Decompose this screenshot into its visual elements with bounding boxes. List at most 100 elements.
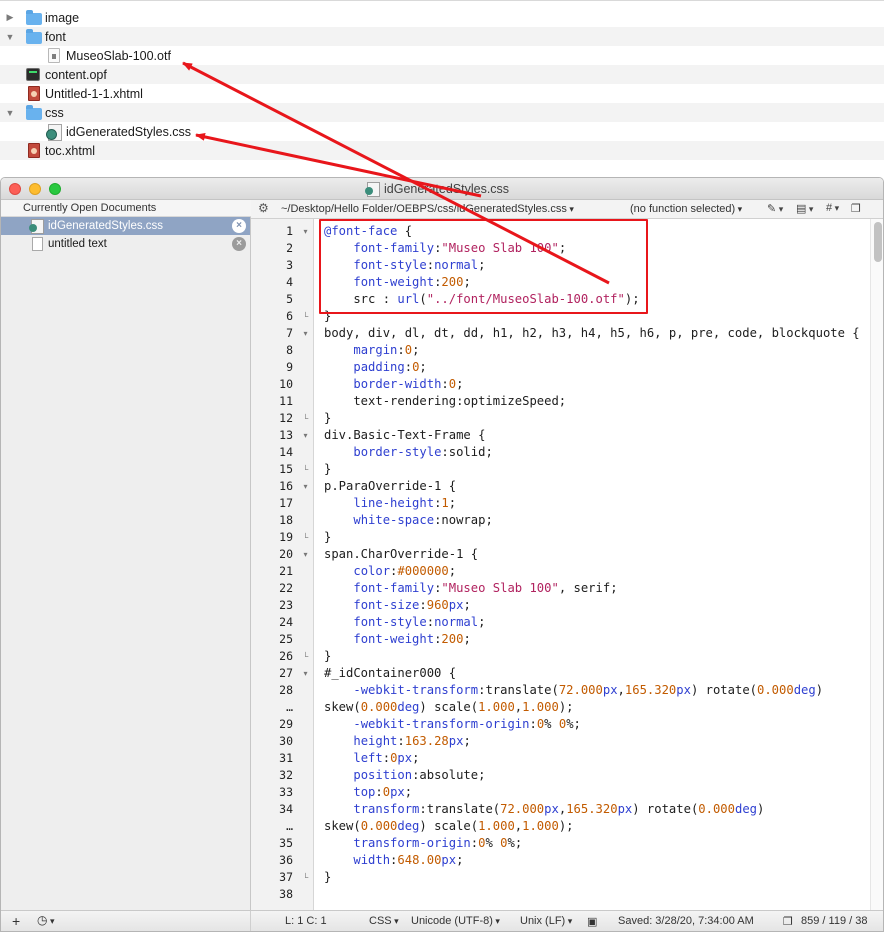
line-number: 23 xyxy=(279,598,293,612)
fold-toggle-icon[interactable]: ▾ xyxy=(301,665,310,682)
code-line: color:#000000; xyxy=(353,564,457,578)
line-number-gutter[interactable]: 1 ▾ 2 3 4 5 6 └ 7 ▾ 8 9 10 11 12 └ 13 ▾ 14 15 └ 16 ▾ 17 18 19 └ 20 ▾… xyxy=(251,219,314,910)
fold-end-icon: └ xyxy=(302,465,309,474)
sidebar-item-label: untitled text xyxy=(48,238,107,250)
code-line: width:648.00px; xyxy=(353,853,464,867)
finder-item-label: image xyxy=(45,10,80,25)
code-line: height:163.28px; xyxy=(353,734,471,748)
line-number: 18 xyxy=(279,513,293,527)
close-window-button[interactable] xyxy=(9,183,21,195)
zoom-window-button[interactable] xyxy=(49,183,61,195)
code-line: span.CharOverride-1 { xyxy=(324,547,479,561)
code-line: body, div, dl, dt, dd, h1, h2, h3, h4, h… xyxy=(324,326,860,340)
finder-row-css-folder[interactable]: ▼ css xyxy=(0,103,884,122)
fold-toggle-icon[interactable]: ▾ xyxy=(301,478,310,495)
file-path-menu[interactable]: ~/Desktop/Hello Folder/OEBPS/css/idGener… xyxy=(281,203,574,215)
code-line: -webkit-transform:translate(72.000px,165… xyxy=(353,683,824,697)
fold-toggle-icon[interactable]: ▾ xyxy=(301,546,310,563)
finder-file-list: ▶ image ▼ font MuseoSlab-100.otf content… xyxy=(0,0,884,176)
line-number: 1 xyxy=(286,224,293,238)
line-number: 32 xyxy=(279,768,293,782)
code-line: #_idContainer000 { xyxy=(324,666,457,680)
disclosure-down-icon[interactable]: ▼ xyxy=(5,108,15,118)
history-icon[interactable]: ◷ xyxy=(37,913,55,927)
function-menu[interactable]: (no function selected) xyxy=(630,203,742,215)
finder-row-css-file[interactable]: idGeneratedStyles.css xyxy=(0,122,884,141)
line-number: 5 xyxy=(286,292,293,306)
finder-row-image-folder[interactable]: ▶ image xyxy=(0,8,884,27)
code-line: } xyxy=(324,462,332,476)
fold-toggle-icon[interactable]: ▾ xyxy=(301,325,310,342)
finder-row-content-opf[interactable]: content.opf xyxy=(0,65,884,84)
fold-toggle-icon[interactable]: ▾ xyxy=(301,427,310,444)
page-icon: ❐ xyxy=(783,916,793,928)
font-file-icon xyxy=(48,48,60,63)
language-menu[interactable]: CSS xyxy=(369,915,399,927)
cursor-position[interactable]: L: 1 C: 1 xyxy=(285,915,327,927)
line-number: … xyxy=(286,819,293,833)
window-title: idGeneratedStyles.css xyxy=(365,182,509,197)
line-number: 34 xyxy=(279,802,293,816)
pen-icon[interactable]: ✎ xyxy=(767,202,783,215)
line-number: 24 xyxy=(279,615,293,629)
code-line: font-weight:200; xyxy=(353,632,471,646)
line-number: 33 xyxy=(279,785,293,799)
code-line: skew(0.000deg) scale(1.000,1.000); xyxy=(324,700,574,714)
lock-icon[interactable]: ▣ xyxy=(587,915,597,928)
finder-row-font-file[interactable]: MuseoSlab-100.otf xyxy=(0,46,884,65)
sidebar-item-idgeneratedstyles[interactable]: idGeneratedStyles.css × xyxy=(1,217,250,235)
finder-row-font-folder[interactable]: ▼ font xyxy=(0,27,884,46)
finder-row-toc-xhtml[interactable]: toc.xhtml xyxy=(0,141,884,160)
css-file-icon xyxy=(365,182,380,197)
vertical-scrollbar[interactable] xyxy=(870,219,883,910)
hash-menu-icon[interactable]: # xyxy=(826,202,839,214)
code-editor[interactable]: @font-face { font-family:"Museo Slab 100… xyxy=(314,219,870,910)
finder-row-untitled-xhtml[interactable]: Untitled-1-1.xhtml xyxy=(0,84,884,103)
line-number: 9 xyxy=(286,360,293,374)
close-document-icon[interactable]: × xyxy=(232,219,246,233)
sidebar-item-untitled-text[interactable]: untitled text × xyxy=(1,235,250,253)
folder-icon xyxy=(26,29,42,44)
fold-end-icon: └ xyxy=(302,873,309,882)
code-line: font-family:"Museo Slab 100", serif; xyxy=(353,581,618,595)
line-number: 38 xyxy=(279,887,293,901)
disclosure-down-icon[interactable]: ▼ xyxy=(5,32,15,42)
line-number: 16 xyxy=(279,479,293,493)
xhtml-file-icon xyxy=(28,143,40,158)
encoding-menu[interactable]: Unicode (UTF-8) xyxy=(411,915,500,927)
line-number: 19 xyxy=(279,530,293,544)
code-line: skew(0.000deg) scale(1.000,1.000); xyxy=(324,819,574,833)
document-counts: 859 / 119 / 38 xyxy=(801,915,868,927)
fold-end-icon: └ xyxy=(302,312,309,321)
code-line: white-space:nowrap; xyxy=(353,513,493,527)
css-file-icon xyxy=(46,124,62,141)
minimize-window-button[interactable] xyxy=(29,183,41,195)
line-number: 3 xyxy=(286,258,293,272)
code-line: -webkit-transform-origin:0% 0%; xyxy=(353,717,581,731)
fold-toggle-icon[interactable]: ▾ xyxy=(301,223,310,240)
fold-end-icon: └ xyxy=(302,652,309,661)
document-menu-icon[interactable]: ▤ xyxy=(796,202,813,215)
gear-icon[interactable]: ⚙ xyxy=(258,201,269,215)
line-number: 8 xyxy=(286,343,293,357)
opf-file-icon xyxy=(26,68,40,81)
code-line: left:0px; xyxy=(353,751,420,765)
line-number: 26 xyxy=(279,649,293,663)
line-number: 25 xyxy=(279,632,293,646)
code-line: } xyxy=(324,530,332,544)
folder-icon xyxy=(26,105,42,120)
page-icon[interactable]: ❐ xyxy=(851,202,861,215)
add-icon[interactable]: + xyxy=(12,913,20,929)
code-line: position:absolute; xyxy=(353,768,486,782)
open-documents-sidebar: Currently Open Documents idGeneratedStyl… xyxy=(1,200,251,910)
disclosure-right-icon[interactable]: ▶ xyxy=(5,12,15,23)
scrollbar-thumb[interactable] xyxy=(874,222,882,262)
line-number: … xyxy=(286,700,293,714)
finder-item-label: css xyxy=(45,105,64,120)
window-titlebar[interactable]: idGeneratedStyles.css xyxy=(1,178,883,200)
line-number: 11 xyxy=(279,394,293,408)
close-document-icon[interactable]: × xyxy=(232,237,246,251)
line-number: 12 xyxy=(279,411,293,425)
line-number: 22 xyxy=(279,581,293,595)
line-endings-menu[interactable]: Unix (LF) xyxy=(520,915,572,927)
